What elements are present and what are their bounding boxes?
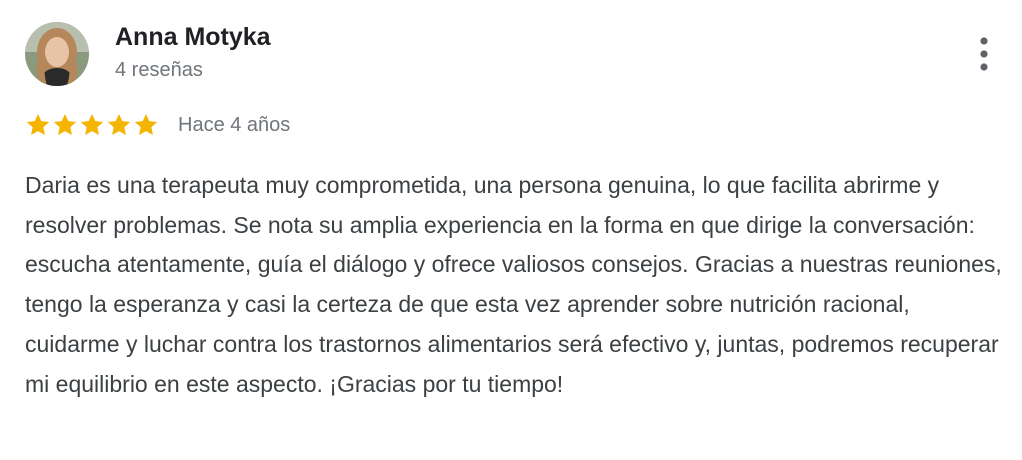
star-icon bbox=[133, 112, 159, 138]
review-card: Anna Motyka 4 reseñas Hace 4 años Daria … bbox=[0, 0, 1022, 460]
author-name[interactable]: Anna Motyka bbox=[115, 23, 271, 52]
star-icon bbox=[106, 112, 132, 138]
star-rating bbox=[25, 112, 160, 138]
author-review-count[interactable]: 4 reseñas bbox=[115, 59, 203, 82]
star-icon bbox=[25, 112, 51, 138]
more-options-button[interactable] bbox=[966, 34, 1002, 74]
star-icon bbox=[79, 112, 105, 138]
more-vert-icon bbox=[980, 37, 988, 71]
star-icon bbox=[52, 112, 78, 138]
avatar-image bbox=[25, 22, 89, 86]
review-text: Daria es una terapeuta muy comprometida,… bbox=[25, 172, 1002, 397]
rating-row: Hace 4 años bbox=[25, 110, 290, 140]
review-date: Hace 4 años bbox=[178, 113, 291, 136]
avatar[interactable] bbox=[25, 22, 89, 86]
